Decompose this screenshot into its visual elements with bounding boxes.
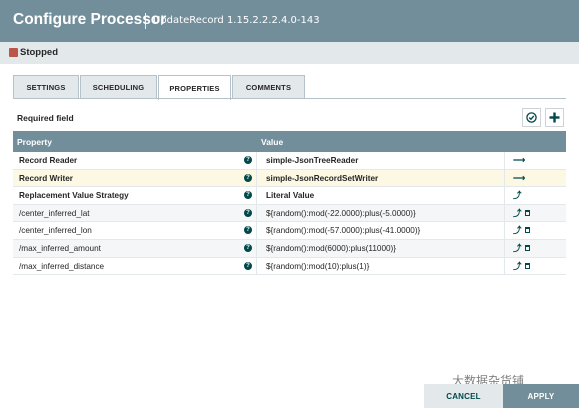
apply-button[interactable]: APPLY [503,384,579,408]
table-header: Property Value [13,131,566,152]
help-icon[interactable]: ? [244,208,252,217]
table-row[interactable]: /max_inferred_amount ? ${random():mod(60… [13,239,566,258]
property-name: Record Reader [19,156,78,165]
table-row[interactable]: /max_inferred_distance ? ${random():mod(… [13,257,566,276]
check-circle-icon [526,112,537,123]
property-value[interactable]: ${random():mod(-22.0000):plus(-5.0000)} [266,209,416,218]
delete-icon[interactable] [525,262,530,269]
tab-settings[interactable]: SETTINGS [13,75,79,98]
required-field-label: Required field [17,113,74,123]
property-name: Record Writer [19,173,73,183]
column-divider [256,169,257,187]
column-divider [504,187,505,204]
table-row[interactable]: Replacement Value Strategy ? Literal Val… [13,187,566,205]
column-divider [256,204,257,222]
property-value[interactable]: ${random():mod(-57.0000):plus(-41.0000)} [266,226,420,235]
plus-icon [549,112,560,123]
status-text: Stopped [20,47,58,58]
processor-type-version: UpdateRecord 1.15.2.2.2.4.0-143 [153,15,320,26]
tab-comments[interactable]: COMMENTS [232,75,305,98]
table-row[interactable]: /center_inferred_lon ? ${random():mod(-5… [13,222,566,240]
property-value[interactable]: ${random():mod(10):plus(1)} [266,262,369,271]
property-name: /center_inferred_lat [19,208,90,218]
property-name: /max_inferred_amount [19,243,101,253]
property-value[interactable]: simple-JsonRecordSetWriter [266,174,378,183]
convert-to-parameter-icon[interactable]: ⤴ [513,226,522,235]
column-divider [256,257,257,275]
column-divider [504,204,505,222]
property-value[interactable]: Literal Value [266,191,314,200]
header-value: Value [261,137,284,147]
convert-to-parameter-icon[interactable]: ⤴ [513,208,522,218]
status-bar [0,42,579,64]
property-name: Replacement Value Strategy [19,191,129,201]
column-divider [504,222,505,239]
stopped-icon [9,48,18,57]
property-name: /max_inferred_distance [19,261,105,271]
title-separator [145,13,146,29]
add-property-button[interactable] [545,108,564,127]
convert-to-parameter-icon[interactable]: ⤴ [513,243,522,253]
property-value[interactable]: simple-JsonTreeReader [266,156,358,165]
delete-icon[interactable] [525,244,530,251]
convert-to-parameter-icon[interactable]: ⤴ [513,191,522,200]
column-divider [504,152,505,169]
column-divider [256,187,257,204]
help-icon[interactable]: ? [244,191,252,200]
tab-scheduling[interactable]: SCHEDULING [80,75,157,98]
property-name: /center_inferred_lon [19,226,92,236]
table-row[interactable]: Record Reader ? simple-JsonTreeReader ⟶ [13,152,566,170]
convert-to-parameter-icon[interactable]: ⤴ [513,261,522,271]
delete-icon[interactable] [525,209,530,216]
column-divider [256,239,257,257]
table-row[interactable]: Record Writer ? simple-JsonRecordSetWrit… [13,169,566,188]
verify-properties-button[interactable] [522,108,541,127]
dialog-title: Configure Processor [13,11,167,28]
column-divider [504,239,505,257]
go-to-service-icon[interactable]: ⟶ [513,173,525,183]
help-icon[interactable]: ? [244,226,252,235]
column-divider [504,169,505,187]
column-divider [256,152,257,169]
go-to-service-icon[interactable]: ⟶ [513,156,525,165]
tab-properties[interactable]: PROPERTIES [158,75,231,100]
tab-underline [13,98,566,99]
property-value[interactable]: ${random():mod(6000):plus(11000)} [266,244,396,253]
column-divider [256,222,257,239]
help-icon[interactable]: ? [244,261,252,270]
help-icon[interactable]: ? [244,173,252,182]
delete-icon[interactable] [525,227,530,234]
help-icon[interactable]: ? [244,156,252,164]
cancel-button[interactable]: CANCEL [424,384,503,408]
column-divider [504,257,505,275]
properties-table: Property Value Record Reader ? simple-Js… [13,131,566,276]
header-property: Property [17,137,52,147]
help-icon[interactable]: ? [244,243,252,252]
table-row[interactable]: /center_inferred_lat ? ${random():mod(-2… [13,204,566,223]
